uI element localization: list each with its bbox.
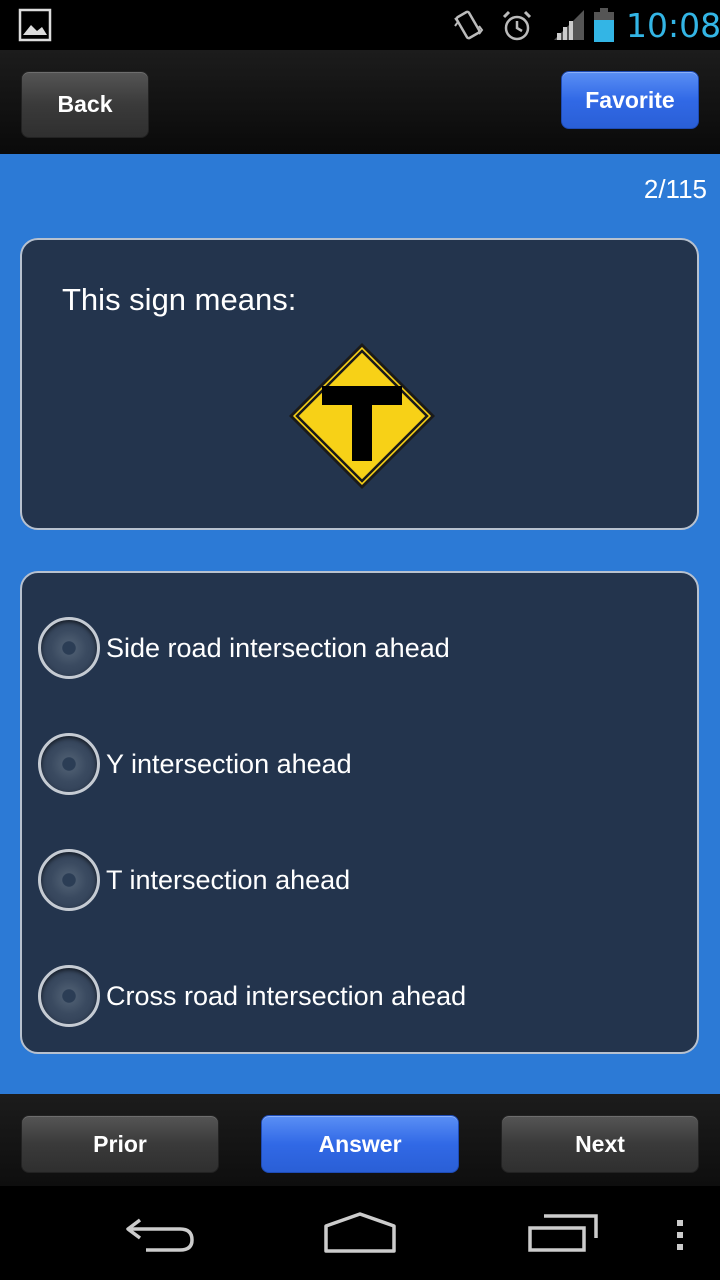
answer-option[interactable]: T intersection ahead: [38, 847, 678, 913]
status-time: 10:08: [626, 6, 720, 45]
answer-option-label: Y intersection ahead: [106, 748, 352, 779]
next-button[interactable]: Next: [501, 1115, 699, 1173]
gallery-notification-icon: [18, 8, 52, 42]
radio-button[interactable]: [38, 965, 100, 1027]
quiz-area: 2/115 This sign means: Side road interse…: [0, 154, 720, 1094]
t-intersection-sign-icon: [289, 343, 435, 489]
answer-option-label: T intersection ahead: [106, 864, 351, 895]
favorite-button[interactable]: Favorite: [561, 71, 699, 129]
answer-button[interactable]: Answer: [261, 1115, 459, 1173]
question-counter: 2/115: [643, 174, 707, 204]
radio-button[interactable]: [38, 733, 100, 795]
battery-icon: [594, 8, 614, 42]
back-button[interactable]: Back: [21, 71, 149, 138]
alarm-icon: [502, 10, 532, 41]
signal-icon: [554, 10, 584, 40]
radio-button[interactable]: [38, 617, 100, 679]
answer-option[interactable]: Y intersection ahead: [38, 731, 678, 797]
answer-option-label: Side road intersection ahead: [106, 632, 450, 663]
question-text: This sign means:: [62, 282, 297, 317]
answers-panel: Side road intersection ahead Y intersect…: [20, 571, 699, 1054]
question-panel: This sign means:: [20, 238, 699, 530]
answer-option[interactable]: Cross road intersection ahead: [38, 963, 678, 1029]
overflow-menu-icon[interactable]: [672, 1218, 688, 1252]
status-bar: 10:08: [0, 0, 720, 50]
answer-option[interactable]: Side road intersection ahead: [38, 615, 678, 681]
vibrate-icon: [454, 10, 484, 40]
home-nav-icon[interactable]: [322, 1212, 398, 1254]
prior-button[interactable]: Prior: [21, 1115, 219, 1173]
recent-apps-icon[interactable]: [526, 1212, 600, 1254]
answer-option-label: Cross road intersection ahead: [106, 980, 467, 1011]
back-nav-icon[interactable]: [122, 1214, 196, 1256]
radio-button[interactable]: [38, 849, 100, 911]
